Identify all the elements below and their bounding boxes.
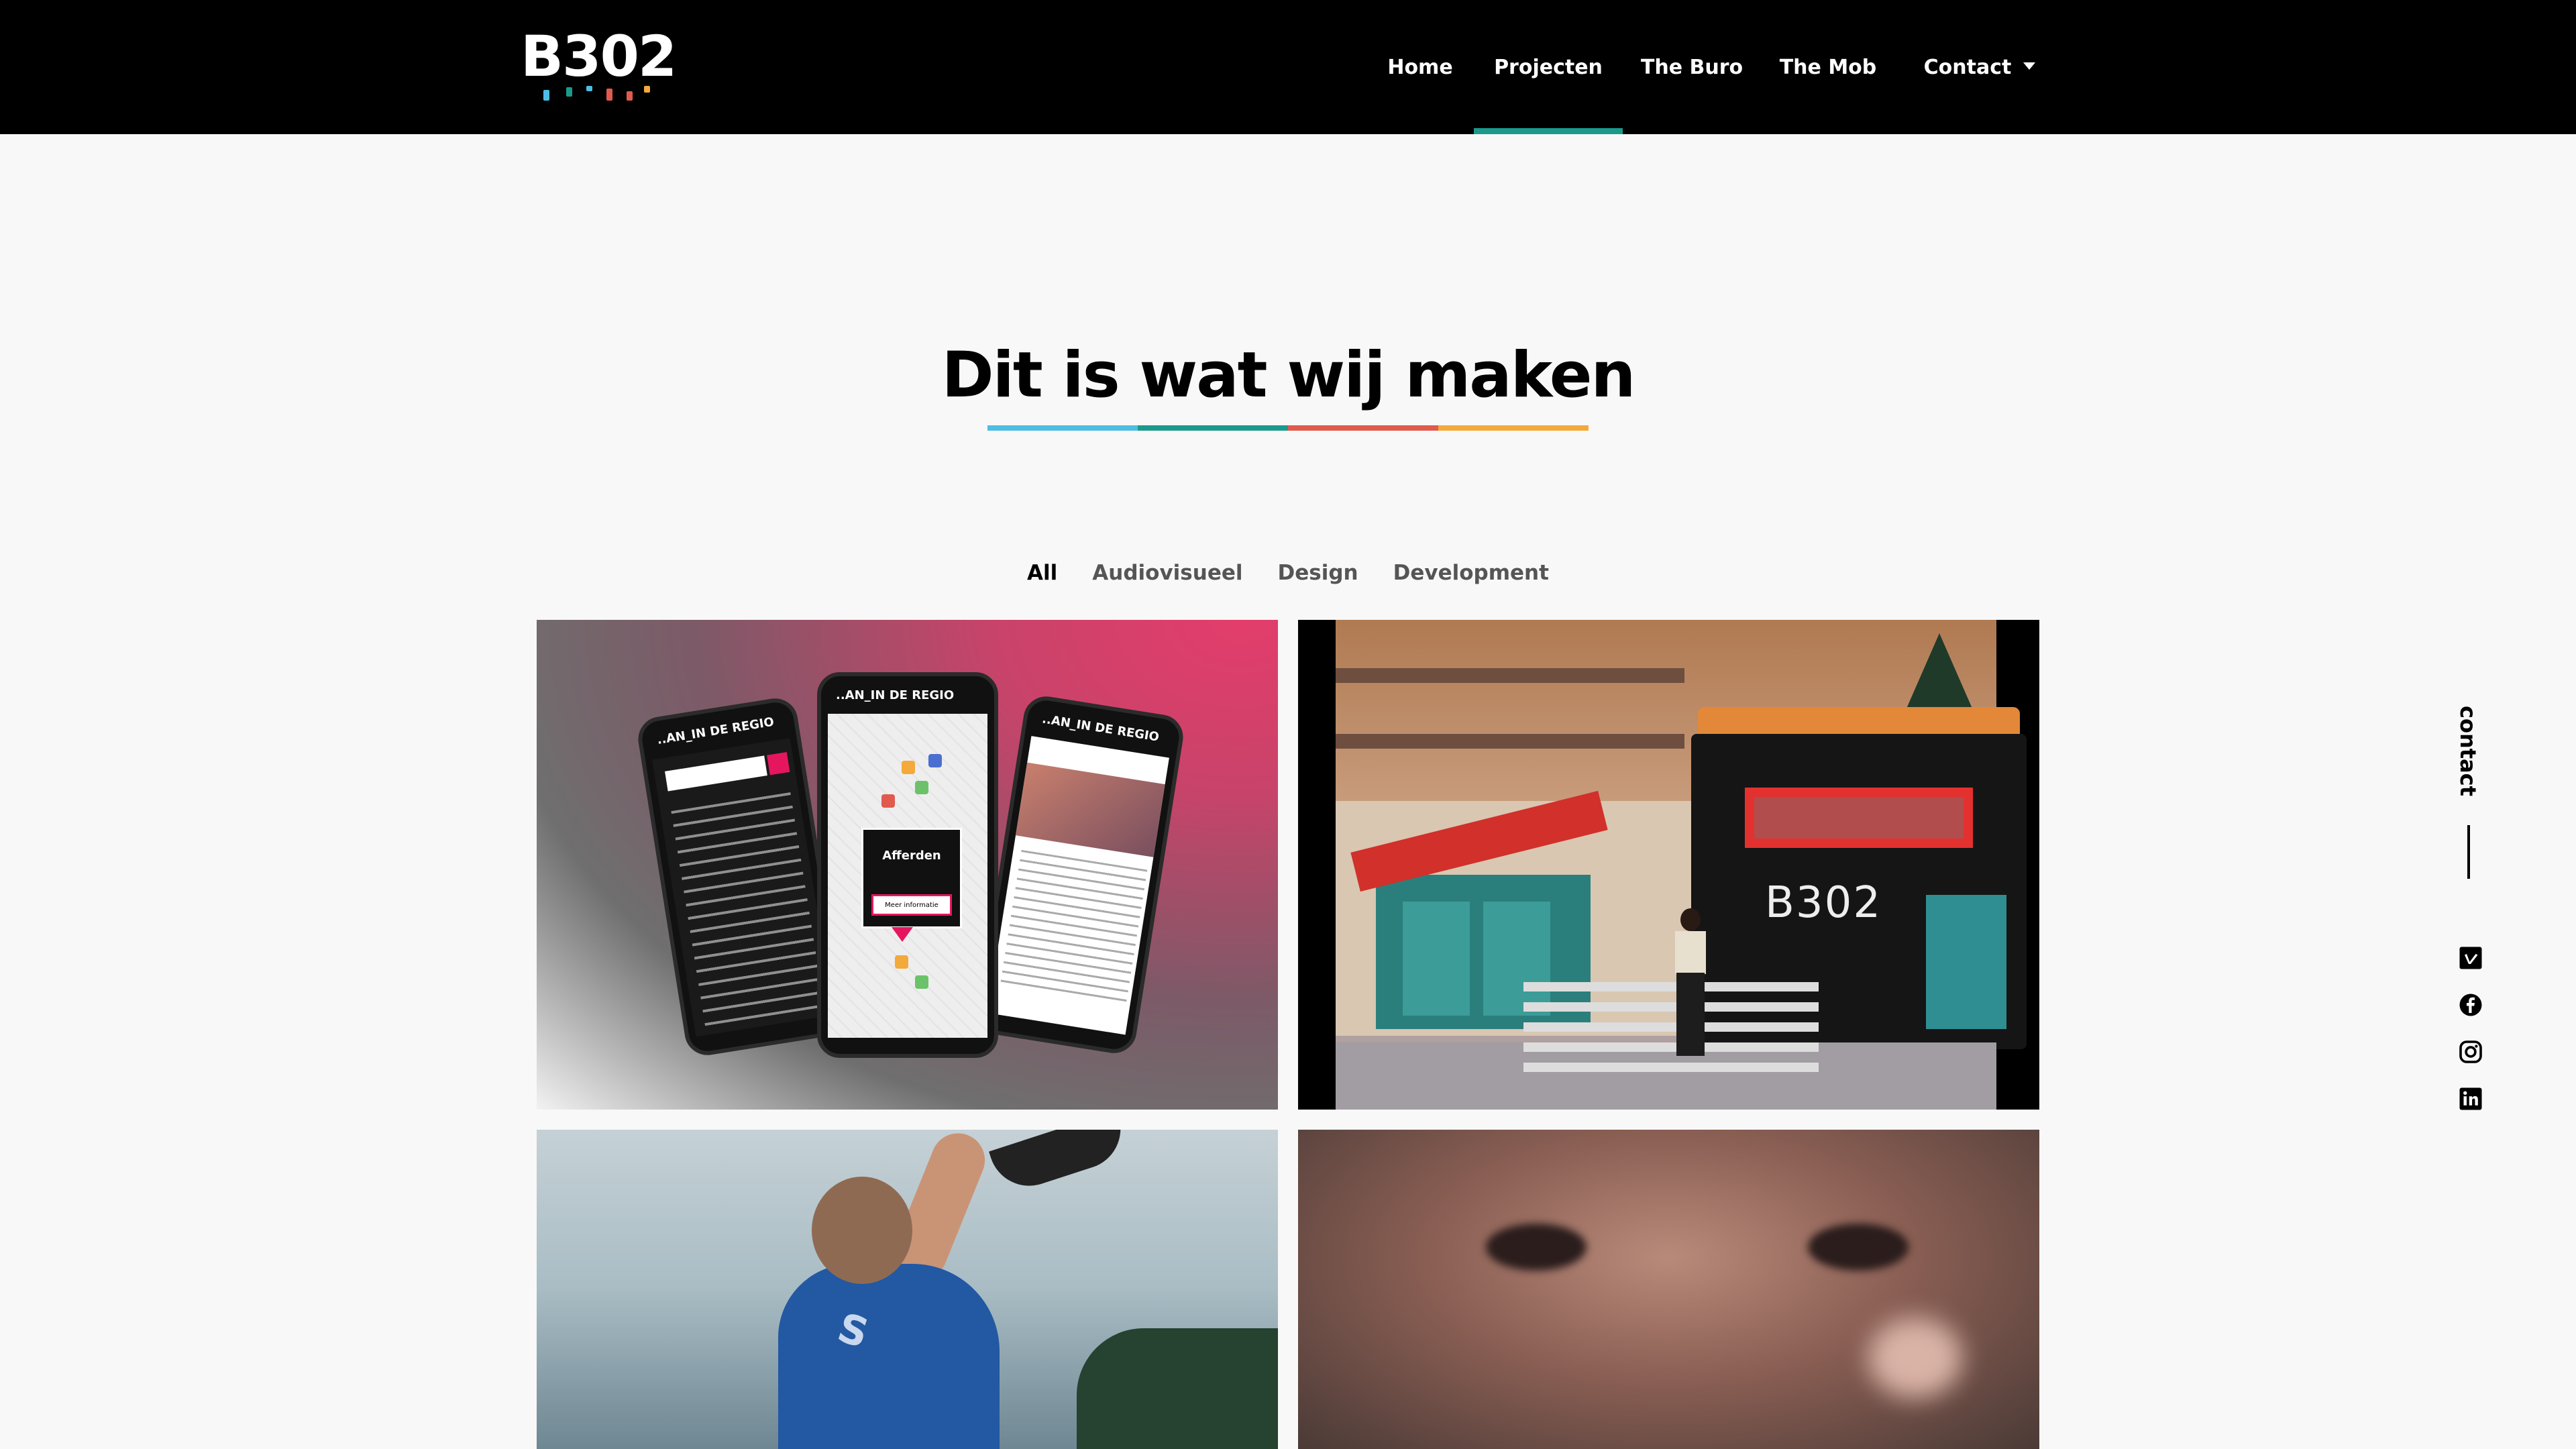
phone-screen: Afferden Meer informatie (828, 714, 987, 1038)
facebook-icon[interactable] (2459, 993, 2483, 1017)
scene-road (1336, 1042, 1996, 1110)
map-pin-icon (915, 781, 928, 794)
person-torso (1675, 931, 1706, 974)
nav-item-home[interactable]: Home (1387, 0, 1453, 134)
map-pin-icon (902, 761, 915, 774)
kid-head (812, 1177, 912, 1284)
phone-mockup-center: ..AN_IN DE REGIO Afferden Meer informati… (817, 672, 998, 1058)
project-card-football-film[interactable]: S (537, 1130, 1278, 1449)
logo-mark (627, 91, 633, 101)
sidebar-contact-label: contact (2455, 706, 2481, 796)
title-bar-segment (1288, 425, 1438, 431)
filter-audiovisueel[interactable]: Audiovisueel (1092, 561, 1242, 585)
scene-shelf (1336, 668, 1684, 683)
title-bar-segment (1138, 425, 1288, 431)
sidebar-divider (2467, 825, 2470, 879)
phone-search-field (665, 755, 767, 792)
nav-item-contact[interactable]: Contact (1916, 0, 2043, 134)
scene-person (1671, 908, 1709, 1056)
nav-label: The Mob (1779, 55, 1877, 79)
search-icon (767, 752, 790, 775)
background-trees (1077, 1328, 1278, 1449)
phone-header-text: ..AN_IN DE REGIO (1040, 712, 1161, 745)
scene-image: B302 (1336, 620, 2027, 1110)
phone-mockup-right: ..AN_IN DE REGIO (973, 693, 1187, 1057)
instagram-icon[interactable] (2459, 1040, 2483, 1064)
phone-screen (987, 736, 1169, 1035)
nav-label: Projecten (1494, 55, 1603, 79)
project-filters: All Audiovisueel Design Development (0, 561, 2576, 585)
scene-sign: B302 (1765, 878, 1882, 928)
logo-mark (606, 89, 612, 101)
map-pin-icon (881, 794, 895, 808)
sidebar-contact-link[interactable]: contact (2442, 706, 2496, 796)
project-card-b302-stopmotion[interactable]: B302 (1298, 620, 2039, 1110)
vimeo-icon[interactable] (2459, 946, 2483, 970)
nav-item-projecten[interactable]: Projecten (1474, 0, 1623, 134)
logo-text: B302 (521, 23, 677, 89)
scene-door (1403, 902, 1470, 1016)
popup-arrow (892, 927, 913, 942)
scene-door (1926, 895, 2006, 1029)
popup-title: Afferden (882, 849, 941, 863)
project-card-portrait-film[interactable] (1298, 1130, 2039, 1449)
logo-color-marks (543, 86, 661, 103)
nav-item-the-mob[interactable]: The Mob (1779, 0, 1877, 134)
face-highlight (1868, 1318, 1962, 1398)
chevron-down-icon (2023, 62, 2036, 70)
filter-development[interactable]: Development (1393, 561, 1549, 585)
project-card-regio-app[interactable]: ..AN_IN DE REGIO ..AN_IN DE REGIO ..AN_I… (537, 620, 1278, 1110)
phone-photo (1016, 762, 1165, 857)
site-header: B302 Home Projecten The Buro The Mob Con… (0, 0, 2576, 134)
nav-item-the-buro[interactable]: The Buro (1641, 0, 1743, 134)
map-pin-icon (895, 955, 908, 969)
title-bar-segment (1438, 425, 1589, 431)
nav-label: Contact (1923, 55, 2012, 79)
popup-more-info-button: Meer informatie (871, 894, 952, 916)
phone-header-text: ..AN_IN DE REGIO (836, 688, 955, 702)
phone-list-lines (671, 792, 825, 1030)
title-color-bar (987, 425, 1589, 431)
page-title: Dit is wat wij maken (941, 339, 1636, 412)
person-legs (1676, 973, 1705, 1056)
map-pin-icon (928, 754, 942, 767)
filter-all[interactable]: All (1027, 561, 1057, 585)
logo-mark (644, 86, 650, 93)
title-bar-segment (987, 425, 1138, 431)
scene-door (1483, 902, 1550, 1016)
nav-label: The Buro (1640, 55, 1743, 79)
scene-shelf (1336, 734, 1684, 749)
phone-mockup-left: ..AN_IN DE REGIO (635, 695, 848, 1059)
kid-cap (989, 1130, 1131, 1197)
filter-design[interactable]: Design (1278, 561, 1358, 585)
map-popup: Afferden Meer informatie (861, 828, 962, 928)
face-eye (1808, 1224, 1909, 1271)
site-logo[interactable]: B302 (521, 28, 677, 103)
face-eye (1486, 1224, 1587, 1271)
logo-mark (566, 87, 572, 97)
logo-mark (586, 86, 592, 91)
phone-text-lines (1000, 849, 1148, 1003)
linkedin-icon[interactable] (2459, 1087, 2483, 1111)
phone-screen (652, 738, 834, 1037)
kid-jersey (778, 1264, 1000, 1449)
crosswalk-stripe (1523, 1063, 1819, 1072)
nav-active-indicator (1474, 128, 1623, 134)
logo-mark (543, 90, 549, 101)
scene-window (1745, 788, 1973, 848)
person-head (1680, 908, 1701, 931)
nav-label: Home (1387, 55, 1453, 79)
map-pin-icon (915, 975, 928, 989)
